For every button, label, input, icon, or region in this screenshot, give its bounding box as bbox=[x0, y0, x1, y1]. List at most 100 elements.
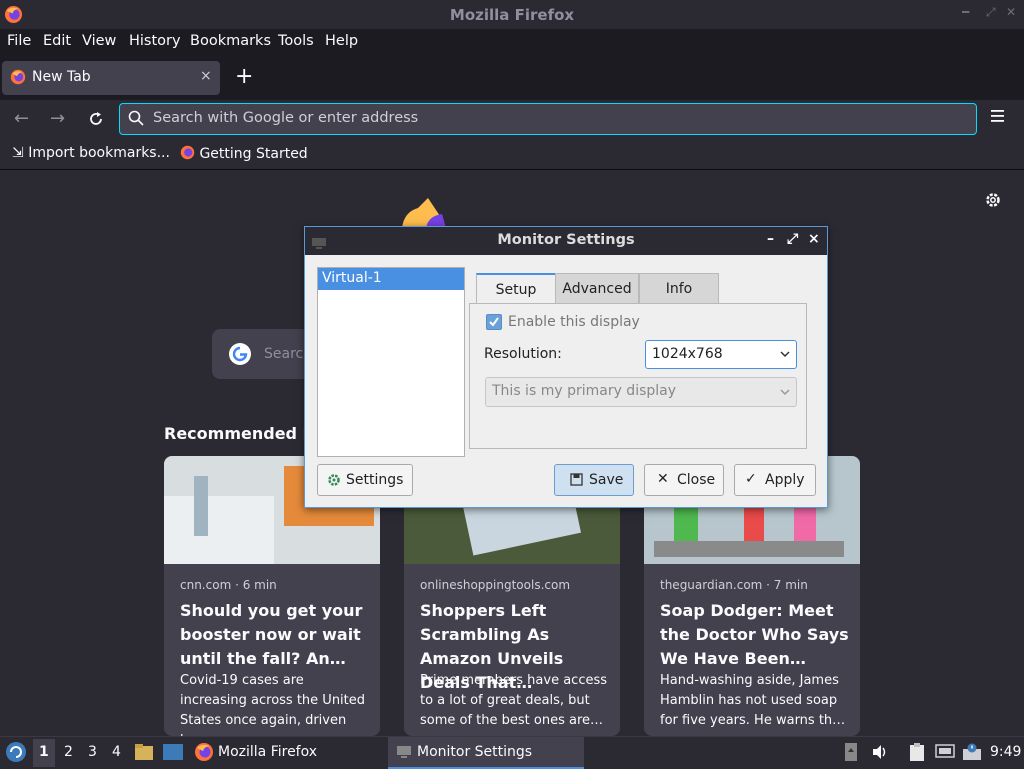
tab-info-label: Info bbox=[665, 281, 693, 297]
save-icon bbox=[570, 473, 583, 486]
minimize-window-button[interactable]: ━ bbox=[962, 5, 969, 19]
workspace-4[interactable]: 4 bbox=[112, 744, 121, 760]
apply-button[interactable]: ✓ Apply bbox=[734, 464, 816, 496]
dialog-close-icon[interactable]: × bbox=[808, 231, 820, 247]
page-search-placeholder: Searc bbox=[264, 346, 304, 362]
workspace-1[interactable]: 1 bbox=[39, 744, 49, 760]
getting-started-label: Getting Started bbox=[199, 146, 308, 162]
primary-display-select[interactable]: This is my primary display bbox=[485, 377, 797, 407]
gear-icon[interactable] bbox=[984, 191, 1002, 209]
new-tab-button[interactable]: + bbox=[235, 64, 253, 89]
apply-button-label: Apply bbox=[765, 472, 805, 488]
resolution-label: Resolution: bbox=[484, 346, 562, 362]
dialog-title: Monitor Settings bbox=[497, 232, 635, 248]
story-headline: Should you get your booster now or wait … bbox=[180, 601, 363, 668]
menu-view[interactable]: View bbox=[82, 33, 116, 49]
window-title: Mozilla Firefox bbox=[449, 6, 575, 24]
menu-edit[interactable]: Edit bbox=[43, 33, 71, 49]
monitor-name: Virtual-1 bbox=[322, 270, 382, 286]
enable-display-checkbox[interactable] bbox=[486, 314, 502, 330]
show-desktop-icon[interactable] bbox=[162, 743, 184, 761]
import-icon: ⇲ bbox=[12, 145, 24, 161]
monitor-icon bbox=[397, 746, 411, 758]
clipboard-icon[interactable] bbox=[908, 742, 926, 762]
workspace-3[interactable]: 3 bbox=[88, 744, 97, 760]
enable-display-label: Enable this display bbox=[508, 314, 640, 330]
clock: 9:49 bbox=[990, 744, 1022, 760]
notification-icon[interactable] bbox=[962, 743, 982, 761]
tab-advanced-label: Advanced bbox=[562, 281, 632, 297]
google-logo-icon bbox=[229, 343, 251, 365]
primary-display-value: This is my primary display bbox=[492, 383, 677, 399]
import-bookmarks-item[interactable]: ⇲ Import bookmarks... bbox=[12, 145, 170, 161]
chevron-down-icon bbox=[780, 389, 790, 396]
story-excerpt: Prime members have access to a lot of gr… bbox=[420, 673, 608, 728]
story-excerpt: Covid-19 cases are increasing across the… bbox=[180, 673, 366, 736]
firefox-favicon-icon bbox=[10, 69, 26, 85]
workspace-2[interactable]: 2 bbox=[64, 744, 73, 760]
forward-arrow-icon[interactable]: → bbox=[50, 108, 65, 129]
check-icon: ✓ bbox=[745, 471, 757, 487]
dialog-minimize-button[interactable]: – bbox=[767, 231, 774, 247]
task-monitor-settings-label: Monitor Settings bbox=[417, 744, 533, 760]
start-menu-icon[interactable] bbox=[5, 741, 27, 763]
dialog-maximize-button[interactable]: ⤢ bbox=[787, 231, 798, 247]
volume-icon[interactable] bbox=[871, 744, 889, 760]
maximize-window-button[interactable]: ⤢ bbox=[986, 5, 996, 20]
close-button[interactable]: ✕ Close bbox=[644, 464, 724, 496]
menu-bookmarks[interactable]: Bookmarks bbox=[190, 33, 271, 49]
story-source: cnn.com · 6 min bbox=[180, 578, 277, 592]
firefox-logo-icon bbox=[402, 198, 446, 228]
hamburger-menu-icon[interactable] bbox=[990, 109, 1006, 123]
recommended-heading: Recommended by bbox=[164, 424, 325, 443]
menubar: File Edit View History Bookmarks Tools H… bbox=[0, 29, 1024, 54]
menu-tools[interactable]: Tools bbox=[278, 33, 314, 49]
dialog-titlebar[interactable]: Monitor Settings – ⤢ × bbox=[305, 227, 827, 255]
resolution-value: 1024x768 bbox=[652, 346, 723, 362]
story-excerpt: Hand-washing aside, James Hamblin has no… bbox=[660, 673, 846, 728]
tab-setup-label: Setup bbox=[495, 282, 537, 298]
tab-info[interactable]: Info bbox=[639, 273, 719, 305]
settings-button[interactable]: Settings bbox=[317, 464, 413, 496]
task-firefox-label: Mozilla Firefox bbox=[218, 744, 318, 760]
save-button[interactable]: Save bbox=[554, 464, 634, 496]
close-window-button[interactable]: ✕ bbox=[1006, 5, 1016, 19]
firefox-favicon-icon bbox=[180, 145, 195, 160]
address-placeholder: Search with Google or enter address bbox=[153, 110, 419, 126]
menu-file[interactable]: File bbox=[7, 33, 31, 49]
monitor-list-item[interactable]: Virtual-1 bbox=[318, 268, 464, 290]
scroll-up-icon[interactable] bbox=[844, 742, 858, 762]
address-bar[interactable]: Search with Google or enter address bbox=[119, 103, 977, 135]
story-headline: Soap Dodger: Meet the Doctor Who Says We… bbox=[660, 601, 849, 668]
task-monitor-settings[interactable]: Monitor Settings bbox=[388, 737, 584, 769]
task-firefox[interactable]: Mozilla Firefox bbox=[194, 740, 384, 766]
monitor-list[interactable]: Virtual-1 bbox=[317, 267, 465, 457]
check-icon bbox=[489, 317, 499, 327]
back-arrow-icon[interactable]: ← bbox=[14, 108, 29, 129]
monitor-settings-dialog: Monitor Settings – ⤢ × Virtual-1 Setup A… bbox=[304, 226, 828, 508]
network-icon[interactable] bbox=[935, 743, 955, 761]
settings-button-label: Settings bbox=[346, 472, 404, 488]
search-icon bbox=[128, 110, 144, 126]
story-source: theguardian.com · 7 min bbox=[660, 578, 808, 592]
reload-icon[interactable] bbox=[87, 110, 105, 128]
settings-gear-icon bbox=[328, 474, 340, 486]
chevron-down-icon bbox=[780, 351, 790, 358]
import-bookmarks-label: Import bookmarks... bbox=[28, 145, 170, 161]
tab-setup[interactable]: Setup bbox=[476, 273, 556, 306]
story-source: onlineshoppingtools.com bbox=[420, 578, 571, 592]
tab-label: New Tab bbox=[32, 69, 91, 85]
window-titlebar: Mozilla Firefox ━ ⤢ ✕ bbox=[0, 0, 1024, 29]
resolution-select[interactable]: 1024x768 bbox=[645, 340, 797, 369]
file-manager-icon[interactable] bbox=[134, 742, 154, 762]
menu-help[interactable]: Help bbox=[325, 33, 358, 49]
firefox-logo-icon bbox=[195, 743, 213, 761]
save-button-label: Save bbox=[589, 472, 624, 488]
tab-new-tab[interactable]: New Tab × bbox=[2, 61, 220, 95]
close-icon: ✕ bbox=[657, 471, 669, 487]
close-tab-icon[interactable]: × bbox=[200, 68, 212, 84]
getting-started-bookmark[interactable]: Getting Started bbox=[180, 145, 308, 162]
close-button-label: Close bbox=[677, 472, 716, 488]
tab-advanced[interactable]: Advanced bbox=[555, 273, 639, 305]
menu-history[interactable]: History bbox=[129, 33, 181, 49]
